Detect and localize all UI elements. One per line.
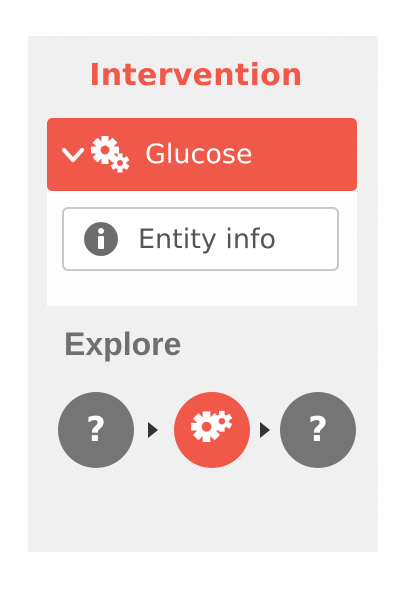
arrow-right-icon: [260, 422, 270, 438]
info-icon: [84, 222, 118, 256]
entity-header-toggle[interactable]: Glucose: [47, 118, 357, 191]
entity-info-label: Entity info: [138, 223, 277, 255]
chevron-down-icon[interactable]: [61, 143, 85, 167]
panel-title: Intervention: [89, 58, 303, 93]
entity-info-button[interactable]: Entity info: [62, 207, 339, 271]
explore-current-node[interactable]: [174, 392, 250, 468]
explore-downstream-node[interactable]: ?: [280, 392, 356, 468]
entity-name: Glucose: [145, 139, 253, 170]
explore-upstream-node[interactable]: ?: [58, 392, 134, 468]
question-icon: ?: [308, 410, 328, 450]
gears-icon: [91, 135, 130, 172]
question-icon: ?: [86, 410, 106, 450]
gears-icon: [191, 410, 233, 443]
arrow-right-icon: [148, 422, 158, 438]
explore-heading: Explore: [64, 326, 182, 362]
